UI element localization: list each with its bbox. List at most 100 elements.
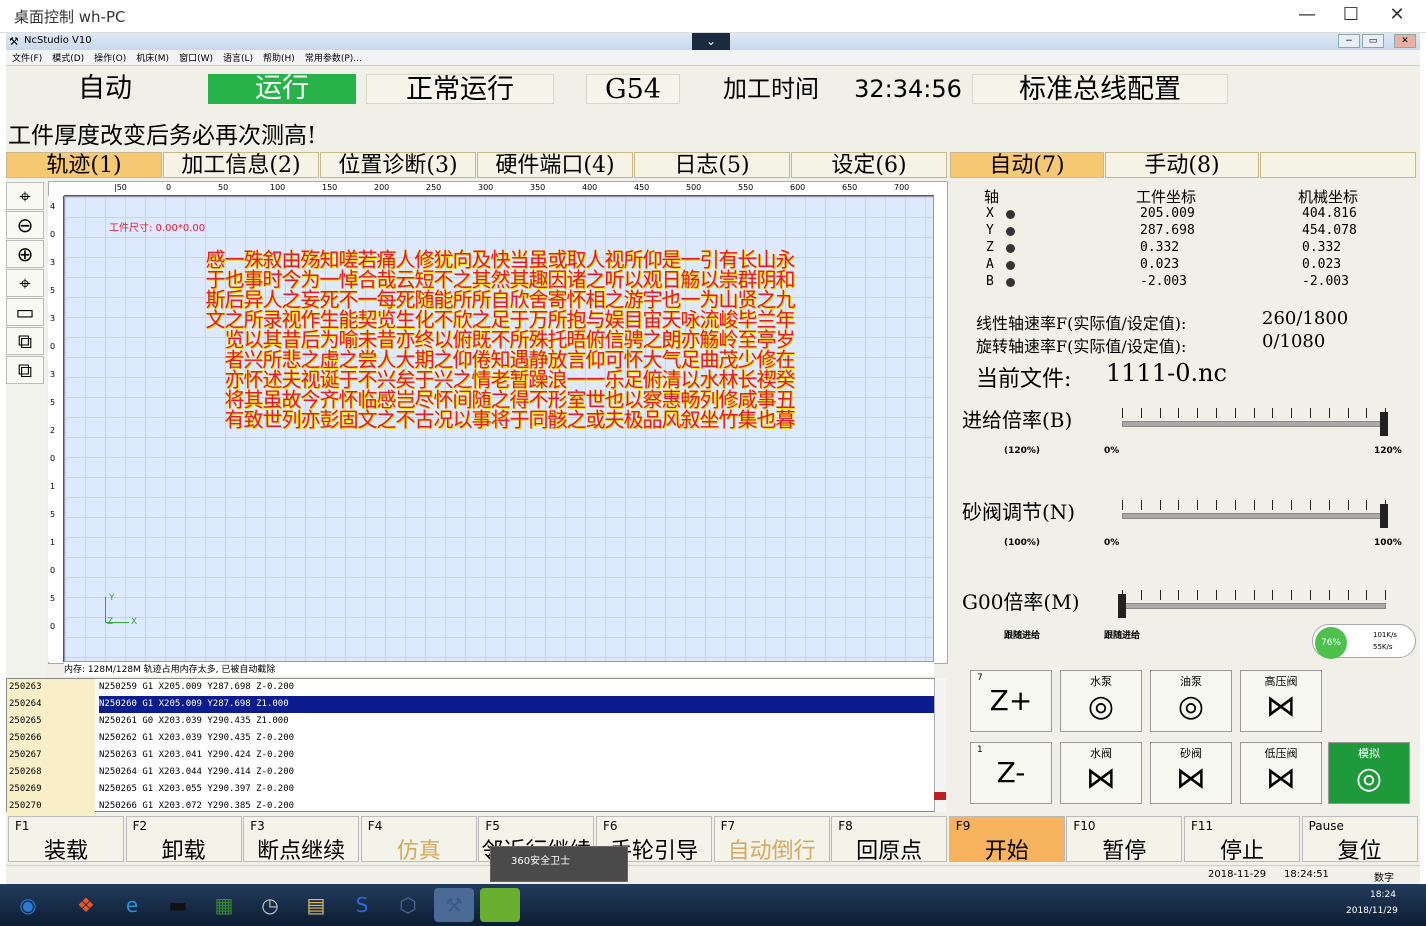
menu-help[interactable]: 帮助(H) (263, 51, 295, 64)
close-button[interactable]: ✕ (1382, 4, 1412, 25)
ie-icon[interactable]: e (112, 888, 152, 922)
clock-app-icon[interactable]: ◷ (250, 888, 290, 922)
slider-max-label: 100% (1374, 538, 1402, 548)
menu-machine[interactable]: 机床(M) (136, 51, 169, 64)
fkey-label: 自动倒行 (727, 839, 816, 864)
zoom-out-icon[interactable]: ⊖ (6, 211, 44, 239)
layer-icon[interactable]: ⧉ (6, 356, 44, 384)
windows-icon[interactable]: ❖ (66, 888, 106, 922)
sogou-icon[interactable]: S (342, 888, 382, 922)
slider-tick (1272, 590, 1274, 600)
machine-coord-value: -2.003 (1302, 274, 1349, 289)
tab-settings[interactable]: 设定(6) (791, 152, 947, 178)
code-row[interactable]: 250265 N250261 G0 X203.039 Y290.435 Z1.00… (7, 713, 935, 730)
fkey-button[interactable]: F10 暂停 (1066, 816, 1183, 864)
collapse-toggle[interactable]: ⌄ (692, 33, 730, 50)
current-file-name: 1111-0.nc (1106, 359, 1227, 387)
code-row[interactable]: 250270 N250266 G1 X203.072 Y290.385 Z-0.2… (7, 798, 935, 815)
fkey-button[interactable]: Pause 复位 (1301, 816, 1418, 864)
io-button[interactable]: 低压阀 ⋈ (1240, 742, 1322, 804)
tab-position-diag[interactable]: 位置诊断(3) (320, 152, 476, 178)
folder-icon[interactable]: ▤ (296, 888, 336, 922)
io-button[interactable]: 1 Z- (970, 742, 1052, 804)
menu-language[interactable]: 语言(L) (223, 51, 253, 64)
slider-tick (1366, 590, 1368, 600)
app-minimize-button[interactable]: − (1338, 34, 1360, 48)
ruler-tick: 5 (50, 398, 56, 407)
code-row[interactable]: 250269 N250265 G1 X203.055 Y290.397 Z-0.2… (7, 781, 935, 798)
shield360-icon[interactable]: ⟳ (480, 888, 520, 922)
ruler-tick: 3 (50, 258, 56, 267)
menu-params[interactable]: 常用参数(P)... (305, 51, 362, 64)
io-button[interactable]: 水阀 ⋈ (1060, 742, 1142, 804)
menu-mode[interactable]: 模式(D) (52, 51, 84, 64)
fkey-button[interactable]: F9 开始 (948, 816, 1065, 864)
fkey-button[interactable]: F3 断点继续 (243, 816, 360, 864)
io-label: 油泵 (1180, 675, 1202, 688)
slider-knob[interactable] (1380, 412, 1388, 436)
work-coord-value: 287.698 (1140, 223, 1195, 238)
calligraphy-column: 嗟悼不能喻之于怀固 (335, 249, 359, 429)
code-row[interactable]: 250266 N250262 G1 X203.039 Y290.435 Z-0.2… (7, 730, 935, 747)
slider-tick (1178, 500, 1180, 510)
slider-track[interactable] (1122, 421, 1386, 427)
minimize-button[interactable]: — (1292, 4, 1322, 25)
menu-file[interactable]: 文件(F) (12, 51, 42, 64)
ncstudio-icon[interactable]: ⚒ (434, 888, 474, 922)
fkey-button[interactable]: F11 停止 (1184, 816, 1300, 864)
fkey-button[interactable]: F4 仿真 (360, 816, 477, 864)
terminal-icon[interactable]: ▬ (158, 888, 198, 922)
menu-operate[interactable]: 操作(O) (94, 51, 126, 64)
tab-hardware-port[interactable]: 硬件端口(4) (477, 152, 633, 178)
code-row[interactable]: 250264 N250260 G1 X205.009 Y287.698 Z1.00… (7, 696, 935, 713)
code-row[interactable]: 250268 N250264 G1 X203.044 Y290.414 Z-0.2… (7, 764, 935, 781)
plot-area[interactable]: 工件尺寸: 0.00*0.00 Y Z X 永和九年岁在癸丑暮 山阴之兰亭修禊事也… (64, 196, 934, 662)
tab-manual[interactable]: 手动(8) (1105, 152, 1259, 178)
tab-process-info[interactable]: 加工信息(2) (163, 152, 319, 178)
fkey-button[interactable]: F7 自动倒行 (713, 816, 830, 864)
start-icon[interactable]: ◉ (8, 888, 48, 922)
io-button[interactable]: 高压阀 ⋈ (1240, 670, 1322, 732)
tab-log[interactable]: 日志(5) (634, 152, 790, 178)
slider-knob[interactable] (1380, 504, 1388, 528)
popup-360[interactable]: 360安全卫士 (490, 846, 628, 882)
io-button[interactable]: 油泵 ◎ (1150, 670, 1232, 732)
calligraphy-column: 是日也天朗气清惠风 (658, 249, 682, 429)
fkey-button[interactable]: F1 装载 (8, 816, 124, 864)
io-button[interactable]: 砂阀 ⋈ (1150, 742, 1232, 804)
calligraphy-column: 人之相与俯仰一世或 (582, 249, 606, 429)
fkey-button[interactable]: F8 回原点 (831, 816, 948, 864)
fit-icon[interactable]: ⧉ (6, 327, 44, 355)
app-restore-button[interactable]: ▭ (1362, 34, 1384, 48)
gcode-listing[interactable]: 250263 N250259 G1 X205.009 Y287.698 Z-0.2… (6, 678, 946, 815)
io-button[interactable]: 7 Z+ (970, 670, 1052, 732)
io-number: 7 (977, 673, 983, 683)
cube-icon[interactable]: ⬡ (388, 888, 428, 922)
slider-track[interactable] (1122, 513, 1386, 519)
io-button[interactable]: 模拟 ◎ (1328, 742, 1410, 804)
run-status: 运行 (208, 74, 356, 104)
code-row[interactable]: 250263 N250259 G1 X205.009 Y287.698 Z-0.2… (7, 679, 935, 696)
center-icon[interactable]: ⌖ (6, 269, 44, 297)
menu-window[interactable]: 窗口(W) (179, 51, 213, 64)
ruler-tick: 600 (790, 183, 806, 192)
info-mode: 数字 (1374, 873, 1394, 884)
fkey-label: 停止 (1219, 839, 1264, 864)
scroll-thumb[interactable] (934, 792, 946, 800)
zoom-in-icon[interactable]: ⊕ (6, 240, 44, 268)
fkey-button[interactable]: F2 卸载 (125, 816, 242, 864)
fkey-code: F4 (367, 819, 383, 833)
app-close-button[interactable]: ✕ (1394, 34, 1416, 48)
code-row[interactable]: 250267 N250263 G1 X203.041 Y290.424 Z-0.2… (7, 747, 935, 764)
tab-auto[interactable]: 自动(7) (950, 152, 1104, 178)
target-icon[interactable]: ⌖ (6, 182, 44, 210)
slider-tick (1122, 408, 1123, 418)
maximize-button[interactable]: ☐ (1336, 4, 1366, 25)
calligraphy-column: 殇为妄作后之视今亦 (297, 249, 321, 429)
frame-icon[interactable]: ▭ (6, 298, 44, 326)
chart-icon[interactable]: ▦ (204, 888, 244, 922)
slider-track[interactable] (1122, 603, 1386, 609)
slider-knob[interactable] (1118, 594, 1126, 618)
io-button[interactable]: 水泵 ◎ (1060, 670, 1142, 732)
tab-trajectory[interactable]: 轨迹(1) (6, 152, 162, 178)
